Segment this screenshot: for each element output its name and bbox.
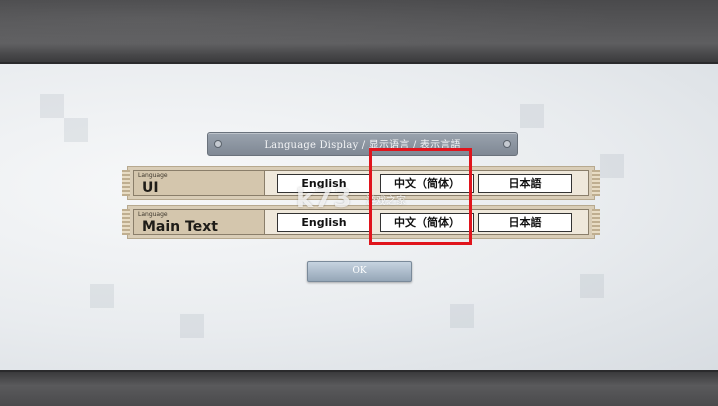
camo-pattern xyxy=(600,154,624,178)
watermark-logo: k73 xyxy=(296,184,353,214)
chinese-option-highlight-box xyxy=(369,148,472,245)
camo-pattern xyxy=(40,94,64,118)
camo-pattern xyxy=(90,284,114,308)
main-text-language-small-label: Language xyxy=(138,211,168,218)
camo-pattern xyxy=(64,118,88,142)
top-frame-bar xyxy=(0,0,718,64)
bottom-frame-bar xyxy=(0,370,718,406)
ui-language-small-label: Language xyxy=(138,172,168,179)
camo-pattern xyxy=(580,274,604,298)
camo-pattern xyxy=(180,314,204,338)
main-text-language-label: Main Text xyxy=(142,219,218,235)
camo-pattern xyxy=(520,104,544,128)
ok-button[interactable]: OK xyxy=(307,261,412,282)
ui-option-japanese[interactable]: 日本語 xyxy=(478,174,572,193)
ui-language-label: UI xyxy=(142,180,159,196)
rivet-icon xyxy=(503,140,511,148)
camo-pattern xyxy=(450,304,474,328)
ui-language-label-box: Language UI xyxy=(134,171,265,196)
main-text-language-label-box: Language Main Text xyxy=(134,210,265,235)
main-text-option-japanese[interactable]: 日本語 xyxy=(478,213,572,232)
